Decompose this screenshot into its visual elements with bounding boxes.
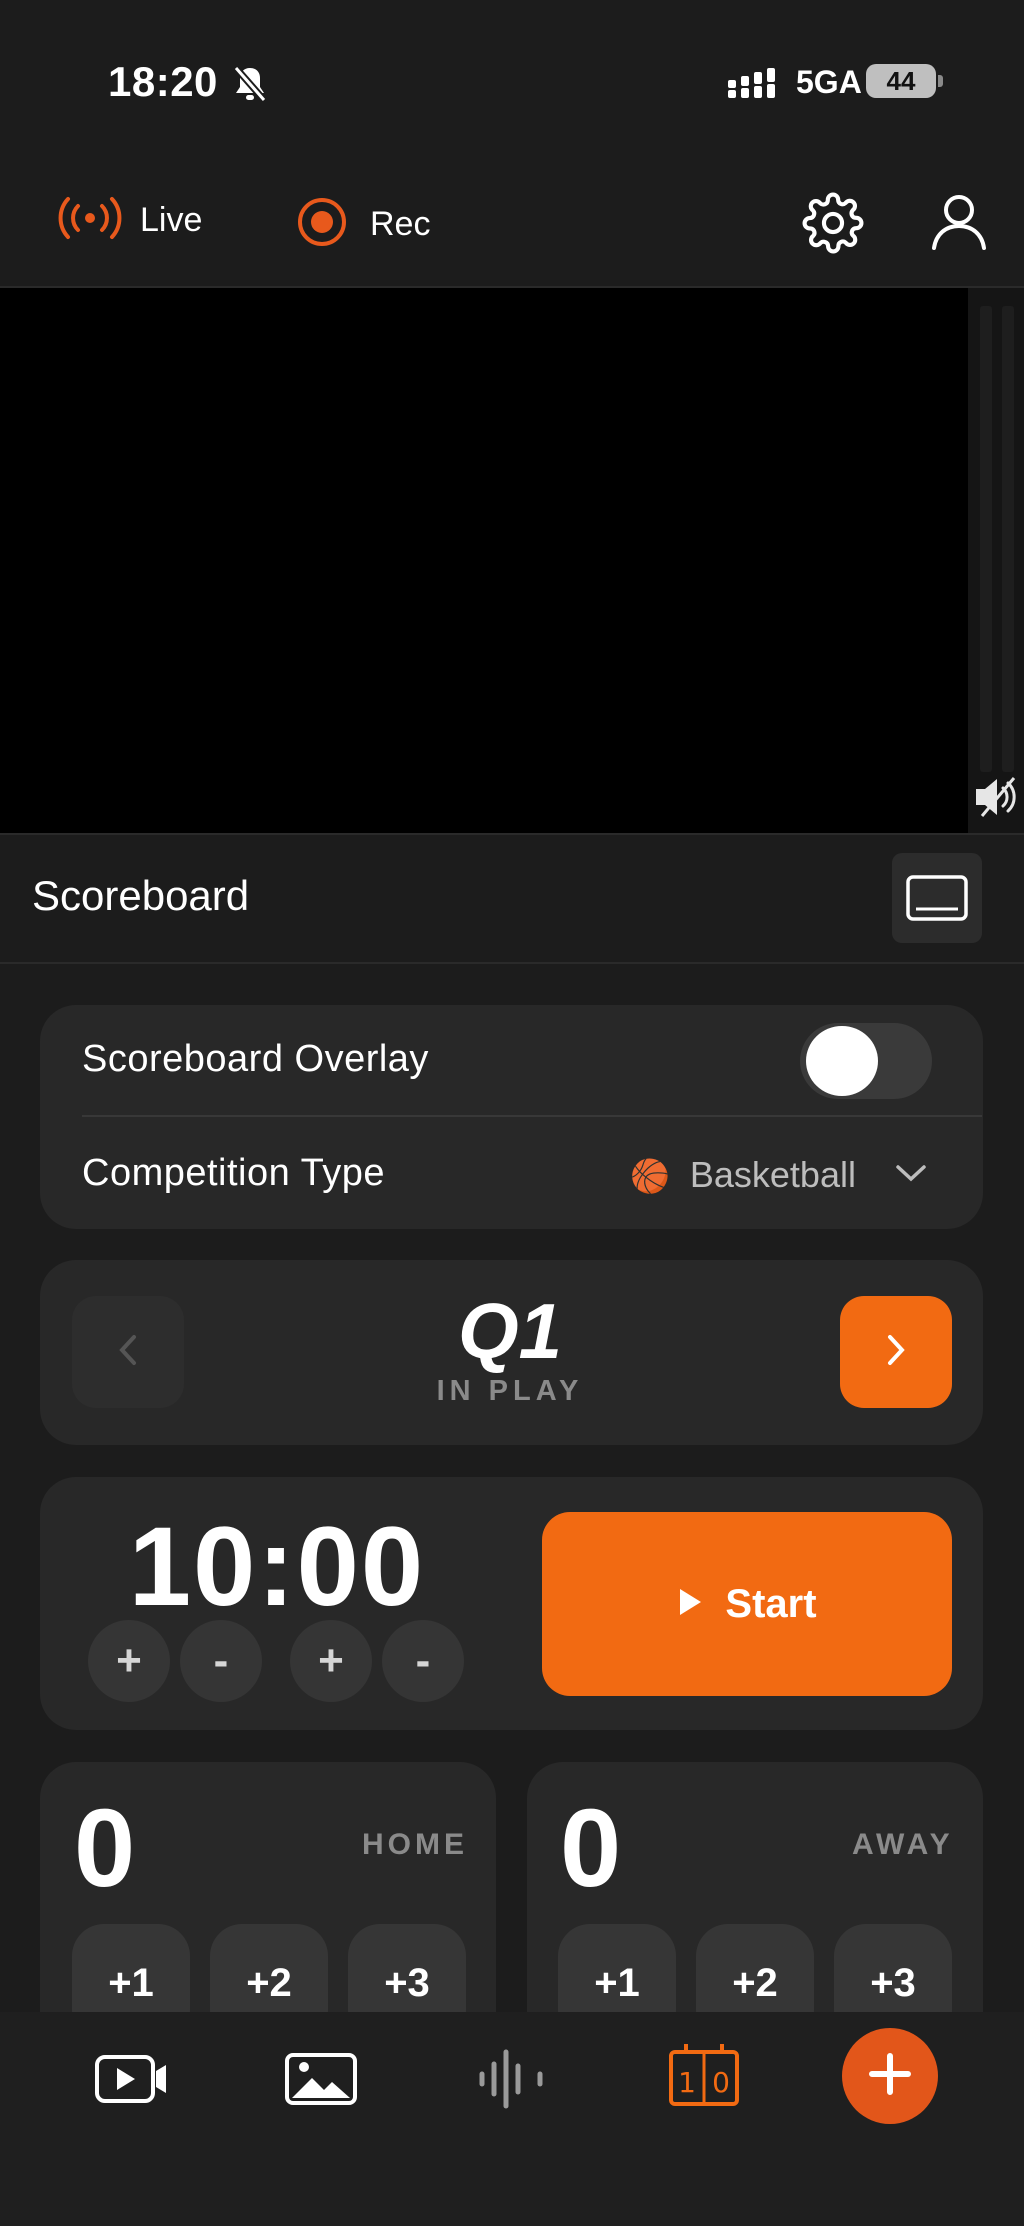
settings-separator (82, 1115, 982, 1117)
add-button[interactable] (842, 2028, 938, 2124)
nav-scoreboard[interactable]: 10 (668, 2042, 740, 2113)
gear-icon (802, 192, 864, 258)
chevron-left-icon (116, 1332, 140, 1373)
live-label: Live (140, 201, 203, 239)
bell-muted-icon (232, 64, 268, 109)
period-name: Q1 (457, 1287, 563, 1375)
chevron-right-icon (884, 1332, 908, 1373)
video-preview[interactable] (0, 288, 968, 833)
competition-value: Basketball (689, 1154, 856, 1195)
seconds-minus-button[interactable]: - (382, 1620, 464, 1702)
seconds-plus-button[interactable]: + (290, 1620, 372, 1702)
audio-meter-right (1002, 306, 1014, 772)
battery-tip (938, 75, 943, 87)
home-score: 0 (74, 1787, 136, 1910)
network-type: 5GA (796, 64, 862, 100)
start-clock-button[interactable]: Start (542, 1512, 952, 1696)
signal-icon (728, 68, 780, 105)
audio-meter-left (980, 306, 992, 772)
away-label: AWAY (852, 1828, 954, 1861)
scoreboard-divider (0, 962, 1024, 964)
competition-select[interactable]: 🏀 Basketball (630, 1154, 856, 1196)
scoreboard-title: Scoreboard (32, 872, 250, 919)
svg-text:1: 1 (678, 2066, 696, 2099)
preview-divider (0, 833, 1024, 835)
battery-indicator: 44 (866, 64, 936, 98)
scoreboard-layout-button[interactable] (892, 853, 982, 943)
previous-period-button[interactable] (72, 1296, 184, 1408)
home-label: HOME (362, 1828, 468, 1861)
play-icon (677, 1582, 703, 1627)
speaker-muted-icon (972, 777, 1020, 824)
video-play-icon (94, 2055, 170, 2110)
nav-media[interactable] (284, 2052, 358, 2111)
profile-button[interactable] (928, 190, 990, 257)
settings-button[interactable] (802, 192, 864, 259)
away-score: 0 (560, 1787, 622, 1910)
basketball-icon: 🏀 (630, 1158, 670, 1194)
nav-video[interactable] (94, 2052, 170, 2111)
broadcast-icon (58, 196, 122, 245)
chevron-down-icon (894, 1162, 928, 1189)
rec-label: Rec (370, 205, 431, 243)
svg-text:0: 0 (712, 2066, 730, 2099)
game-clock: 10:00 (128, 1504, 426, 1629)
image-icon (284, 2053, 358, 2110)
live-button[interactable]: Live (58, 196, 202, 245)
next-period-button[interactable] (840, 1296, 952, 1408)
competition-label: Competition Type (82, 1152, 386, 1194)
user-icon (928, 195, 990, 256)
mute-toggle[interactable] (972, 774, 1020, 825)
plus-icon (868, 2052, 912, 2101)
record-icon (296, 196, 348, 253)
overlay-label: Scoreboard Overlay (82, 1038, 429, 1080)
tablet-icon (906, 875, 968, 926)
period-status: IN PLAY (436, 1375, 584, 1407)
rec-button[interactable]: Rec (296, 196, 430, 253)
status-time: 18:20 (108, 58, 218, 105)
minutes-plus-button[interactable]: + (88, 1620, 170, 1702)
scoreboard-icon: 10 (668, 2044, 740, 2112)
audio-wave-icon (476, 2049, 546, 2116)
start-label: Start (725, 1581, 817, 1626)
minutes-minus-button[interactable]: - (180, 1620, 262, 1702)
toggle-knob (806, 1026, 878, 1096)
nav-audio[interactable] (476, 2046, 546, 2117)
audio-meter (968, 288, 1024, 833)
